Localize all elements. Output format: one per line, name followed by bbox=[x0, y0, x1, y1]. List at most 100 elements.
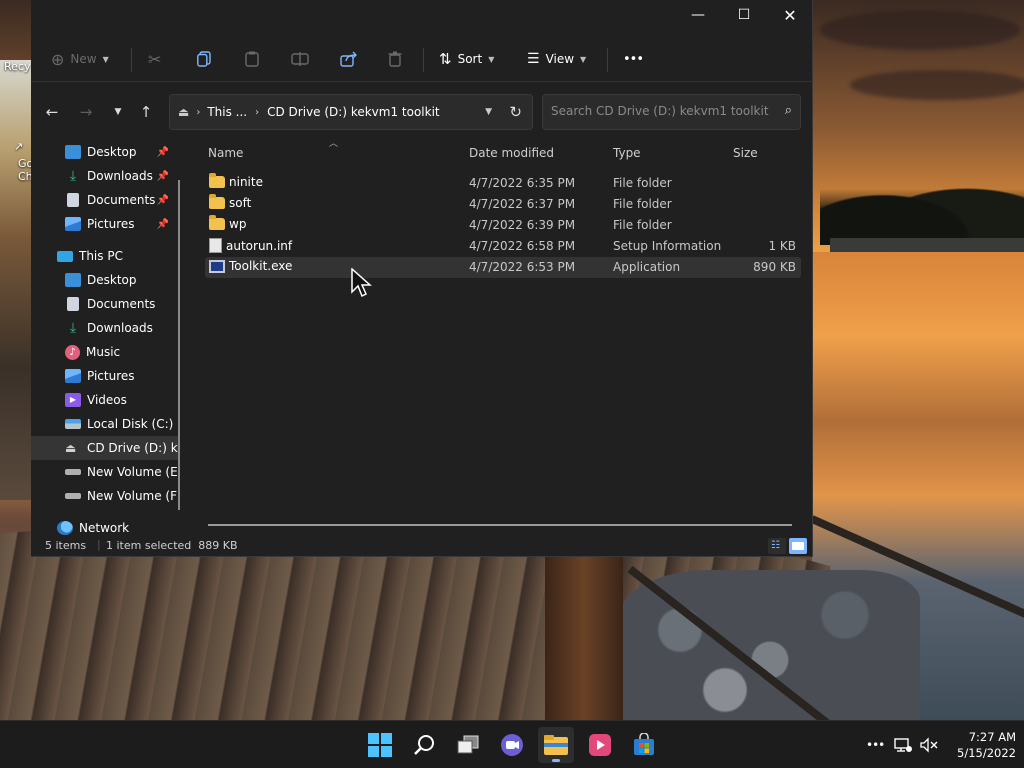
sidebar-item-label: Downloads bbox=[87, 169, 153, 183]
pin-icon[interactable]: 📌 bbox=[157, 147, 169, 158]
file-size: 1 KB bbox=[768, 239, 796, 253]
chevron-down-icon: ▼ bbox=[114, 107, 122, 117]
sidebar-scrollbar[interactable] bbox=[178, 180, 180, 510]
folder-icon bbox=[209, 215, 225, 230]
breadcrumb-this-pc[interactable]: This ... bbox=[207, 105, 247, 119]
cd-drive-icon: ⏏ bbox=[178, 105, 190, 119]
sidebar-item-label: Documents bbox=[87, 297, 156, 311]
task-view-icon bbox=[457, 735, 479, 754]
address-bar[interactable]: ⏏ › This ... › CD Drive (D:) kekvm1 tool… bbox=[169, 94, 533, 130]
taskbar-clock[interactable]: 7:27 AM 5/15/2022 bbox=[948, 729, 1016, 761]
desktop-icon-label: Recy bbox=[4, 60, 31, 73]
close-icon: ✕ bbox=[783, 5, 797, 25]
file-type: File folder bbox=[613, 218, 672, 232]
rename-button[interactable] bbox=[291, 46, 309, 72]
sidebar-item-documents[interactable]: Documents 📌 bbox=[31, 188, 179, 212]
sidebar-item-label: Videos bbox=[87, 393, 127, 407]
sidebar-item-local-disk-c[interactable]: Local Disk (C:) bbox=[31, 412, 179, 436]
shortcut-arrow-icon: ↗ bbox=[14, 140, 24, 153]
file-name: wp bbox=[229, 217, 247, 231]
details-view-button[interactable]: ☷ bbox=[768, 538, 786, 554]
view-button[interactable]: ☰ View ▼ bbox=[527, 46, 586, 72]
sidebar-item-pictures[interactable]: Pictures 📌 bbox=[31, 212, 179, 236]
sort-button[interactable]: ⇅ Sort ▼ bbox=[439, 46, 494, 72]
refresh-icon[interactable]: ↻ bbox=[509, 103, 522, 121]
sidebar-item-pc-documents[interactable]: Documents bbox=[31, 292, 179, 316]
sidebar-item-downloads[interactable]: ⤓ Downloads 📌 bbox=[31, 164, 179, 188]
column-header-type[interactable]: Type bbox=[613, 146, 641, 160]
sidebar-item-new-volume-e[interactable]: New Volume (E bbox=[31, 460, 179, 484]
search-taskbar-button[interactable] bbox=[406, 727, 442, 763]
treeline bbox=[820, 165, 1024, 245]
separator bbox=[423, 48, 424, 72]
sidebar-item-music[interactable]: ♪ Music bbox=[31, 340, 179, 364]
file-row-ninite[interactable]: ninite 4/7/2022 6:35 PM File folder bbox=[205, 173, 801, 194]
minimize-button[interactable]: — bbox=[675, 0, 721, 30]
speaker-muted-icon bbox=[920, 737, 938, 753]
delete-button[interactable] bbox=[388, 46, 402, 72]
column-header-name[interactable]: Name bbox=[208, 146, 243, 160]
file-type: File folder bbox=[613, 176, 672, 190]
teams-chat-button[interactable] bbox=[494, 727, 530, 763]
maximize-button[interactable]: ☐ bbox=[721, 0, 767, 30]
breadcrumb-cd-drive[interactable]: CD Drive (D:) kekvm1 toolkit bbox=[267, 105, 440, 119]
rename-icon bbox=[291, 52, 309, 66]
sidebar-item-pc-pictures[interactable]: Pictures bbox=[31, 364, 179, 388]
cut-button[interactable]: ✂ bbox=[148, 46, 161, 72]
pin-icon[interactable]: 📌 bbox=[157, 219, 169, 230]
pin-icon[interactable]: 📌 bbox=[157, 195, 169, 206]
copy-button[interactable] bbox=[197, 46, 211, 72]
sidebar-item-pc-downloads[interactable]: ⤓ Downloads bbox=[31, 316, 179, 340]
column-header-date-modified[interactable]: Date modified bbox=[469, 146, 554, 160]
horizontal-scrollbar[interactable] bbox=[208, 524, 792, 526]
new-button[interactable]: ⊕ New ▼ bbox=[51, 46, 109, 72]
media-player-button[interactable] bbox=[582, 727, 618, 763]
desktop-icon-recycle-bin[interactable]: Recy bbox=[4, 60, 30, 73]
sidebar-item-label: Local Disk (C:) bbox=[87, 417, 174, 431]
sidebar-item-cd-drive-d[interactable]: ⏏ CD Drive (D:) ke bbox=[31, 436, 179, 460]
task-view-button[interactable] bbox=[450, 727, 486, 763]
sidebar-item-pc-desktop[interactable]: Desktop bbox=[31, 268, 179, 292]
sidebar-item-desktop[interactable]: Desktop 📌 bbox=[31, 140, 179, 164]
mouse-cursor-icon bbox=[351, 268, 372, 298]
settings-file-icon bbox=[209, 238, 222, 253]
sidebar-item-videos[interactable]: ▶ Videos bbox=[31, 388, 179, 412]
copy-icon bbox=[197, 51, 211, 67]
up-button[interactable]: ↑ bbox=[132, 100, 160, 124]
search-icon bbox=[414, 735, 434, 755]
file-name: ninite bbox=[229, 175, 263, 189]
start-button[interactable] bbox=[362, 727, 398, 763]
search-input[interactable] bbox=[551, 104, 771, 118]
file-row-wp[interactable]: wp 4/7/2022 6:39 PM File folder bbox=[205, 215, 801, 236]
file-row-toolkit-exe[interactable]: Toolkit.exe 4/7/2022 6:53 PM Application… bbox=[205, 257, 801, 278]
paste-button[interactable] bbox=[245, 46, 259, 72]
network-status-button[interactable] bbox=[894, 721, 912, 768]
more-options-button[interactable]: ••• bbox=[623, 46, 644, 72]
sidebar-item-new-volume-f[interactable]: New Volume (F bbox=[31, 484, 179, 508]
address-history-chevron-icon[interactable]: ▼ bbox=[485, 107, 492, 117]
desktop-icon-shortcut[interactable]: ↗ bbox=[14, 140, 23, 153]
back-button[interactable]: ← bbox=[38, 100, 66, 124]
column-header-size[interactable]: Size bbox=[733, 146, 758, 160]
volume-button[interactable] bbox=[920, 721, 938, 768]
more-dots-icon: ••• bbox=[623, 51, 644, 67]
search-box[interactable]: ⌕ bbox=[542, 94, 801, 130]
forward-button[interactable]: → bbox=[72, 100, 100, 124]
share-button[interactable] bbox=[340, 46, 358, 72]
sidebar-item-this-pc[interactable]: This PC bbox=[31, 244, 179, 268]
tiles-view-button[interactable] bbox=[789, 538, 807, 554]
microsoft-store-button[interactable] bbox=[626, 727, 662, 763]
file-row-soft[interactable]: soft 4/7/2022 6:37 PM File folder bbox=[205, 194, 801, 215]
file-explorer-taskbar-button[interactable] bbox=[538, 727, 574, 763]
sort-label: Sort bbox=[457, 52, 483, 66]
search-icon: ⌕ bbox=[784, 103, 792, 118]
file-row-autorun-inf[interactable]: autorun.inf 4/7/2022 6:58 PM Setup Infor… bbox=[205, 236, 801, 257]
title-bar[interactable]: — ☐ ✕ bbox=[31, 0, 813, 32]
close-button[interactable]: ✕ bbox=[767, 0, 813, 30]
file-date: 4/7/2022 6:35 PM bbox=[469, 176, 576, 190]
document-icon bbox=[67, 193, 79, 207]
show-hidden-icons-button[interactable]: ••• bbox=[866, 721, 885, 768]
pin-icon[interactable]: 📌 bbox=[157, 171, 169, 182]
music-icon: ♪ bbox=[65, 344, 80, 360]
recent-locations-button[interactable]: ▼ bbox=[104, 100, 132, 124]
